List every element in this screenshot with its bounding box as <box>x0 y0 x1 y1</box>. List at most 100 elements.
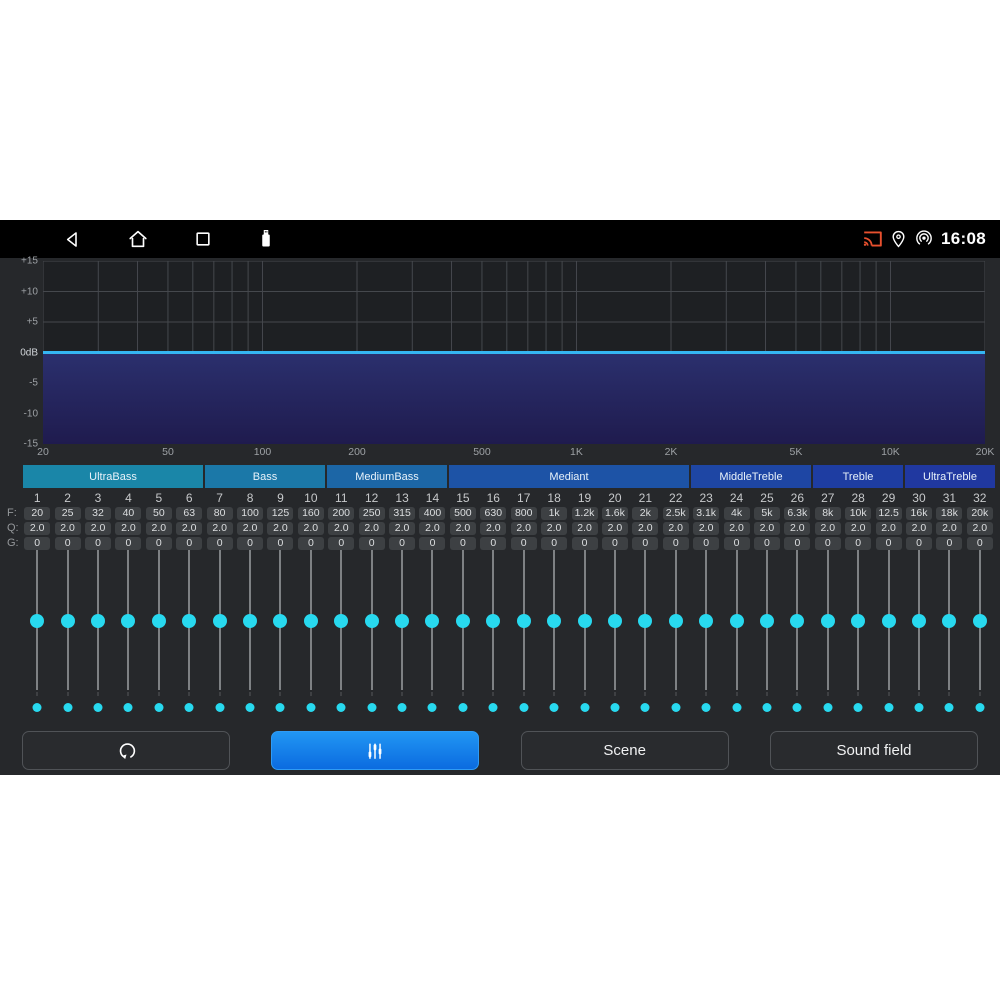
status-bar: 16:08 <box>0 220 1000 258</box>
home-icon[interactable] <box>127 228 149 250</box>
eq-slider-ch26[interactable] <box>782 550 812 716</box>
eq-slider-ch27[interactable] <box>813 550 843 716</box>
eq-slider-ch18[interactable] <box>539 550 569 716</box>
g-value-chip: 0 <box>784 537 810 550</box>
eq-slider-ch28[interactable] <box>843 550 873 716</box>
cell: 12.5 <box>873 507 903 520</box>
eq-slider-ch32[interactable] <box>965 550 995 716</box>
slider-knob[interactable] <box>912 614 926 628</box>
eq-slider-ch30[interactable] <box>904 550 934 716</box>
eq-slider-ch3[interactable] <box>83 550 113 716</box>
slider-knob[interactable] <box>273 614 287 628</box>
slider-knob[interactable] <box>638 614 652 628</box>
eq-slider-ch5[interactable] <box>144 550 174 716</box>
eq-slider-ch6[interactable] <box>174 550 204 716</box>
eq-slider-ch12[interactable] <box>356 550 386 716</box>
back-icon[interactable] <box>62 229 83 250</box>
slider-knob[interactable] <box>91 614 105 628</box>
slider-tick <box>341 692 342 696</box>
eq-slider-ch25[interactable] <box>752 550 782 716</box>
y-axis-label: -5 <box>0 378 38 389</box>
slider-knob[interactable] <box>942 614 956 628</box>
cell: 200 <box>326 507 356 520</box>
usb-icon[interactable] <box>257 228 275 250</box>
slider-knob[interactable] <box>821 614 835 628</box>
eq-slider-ch19[interactable] <box>569 550 599 716</box>
slider-knob[interactable] <box>547 614 561 628</box>
equalizer-button[interactable] <box>271 731 479 770</box>
slider-knob[interactable] <box>425 614 439 628</box>
f-value-chip: 250 <box>359 507 385 520</box>
slider-tick <box>98 692 99 696</box>
eq-slider-ch29[interactable] <box>873 550 903 716</box>
slider-knob[interactable] <box>486 614 500 628</box>
eq-slider-ch21[interactable] <box>630 550 660 716</box>
eq-slider-ch17[interactable] <box>509 550 539 716</box>
slider-knob[interactable] <box>121 614 135 628</box>
slider-knob[interactable] <box>304 614 318 628</box>
eq-slider-ch23[interactable] <box>691 550 721 716</box>
scene-button[interactable]: Scene <box>521 731 729 770</box>
channel-number: 18 <box>539 490 569 505</box>
slider-knob[interactable] <box>973 614 987 628</box>
slider-knob[interactable] <box>730 614 744 628</box>
eq-slider-ch24[interactable] <box>721 550 751 716</box>
q-value-chip: 2.0 <box>55 522 81 535</box>
slider-knob[interactable] <box>243 614 257 628</box>
slider-knob[interactable] <box>395 614 409 628</box>
slider-knob[interactable] <box>365 614 379 628</box>
cell: 0 <box>83 537 113 550</box>
eq-slider-ch22[interactable] <box>661 550 691 716</box>
eq-slider-ch16[interactable] <box>478 550 508 716</box>
eq-slider-ch1[interactable] <box>22 550 52 716</box>
recents-icon[interactable] <box>193 229 213 249</box>
slider-knob[interactable] <box>760 614 774 628</box>
slider-knob[interactable] <box>699 614 713 628</box>
cell: 0 <box>509 537 539 550</box>
slider-knob[interactable] <box>30 614 44 628</box>
g-value-chip: 0 <box>389 537 415 550</box>
slider-knob[interactable] <box>851 614 865 628</box>
eq-slider-ch15[interactable] <box>448 550 478 716</box>
slider-knob[interactable] <box>790 614 804 628</box>
slider-knob[interactable] <box>182 614 196 628</box>
g-value-chip: 0 <box>55 537 81 550</box>
eq-slider-ch13[interactable] <box>387 550 417 716</box>
eq-slider-ch8[interactable] <box>235 550 265 716</box>
slider-knob[interactable] <box>608 614 622 628</box>
eq-slider-ch7[interactable] <box>204 550 234 716</box>
eq-slider-ch4[interactable] <box>113 550 143 716</box>
cell: 1.6k <box>600 507 630 520</box>
cell: 5k <box>752 507 782 520</box>
slider-knob[interactable] <box>882 614 896 628</box>
eq-slider-ch14[interactable] <box>417 550 447 716</box>
channel-number: 6 <box>174 490 204 505</box>
status-icons: 16:08 <box>862 229 1000 249</box>
slider-knob[interactable] <box>456 614 470 628</box>
slider-tick <box>858 692 859 696</box>
eq-slider-ch10[interactable] <box>296 550 326 716</box>
q-value-chip: 2.0 <box>724 522 750 535</box>
g-value-chip: 0 <box>237 537 263 550</box>
eq-slider-ch9[interactable] <box>265 550 295 716</box>
slider-knob[interactable] <box>61 614 75 628</box>
reset-button[interactable] <box>22 731 230 770</box>
slider-knob[interactable] <box>152 614 166 628</box>
slider-knob[interactable] <box>517 614 531 628</box>
cell: 2.0 <box>417 522 447 535</box>
slider-knob[interactable] <box>578 614 592 628</box>
eq-slider-ch2[interactable] <box>52 550 82 716</box>
cell: 2.0 <box>448 522 478 535</box>
cell: 16k <box>904 507 934 520</box>
slider-knob[interactable] <box>334 614 348 628</box>
eq-slider-ch20[interactable] <box>600 550 630 716</box>
g-value-chip: 0 <box>754 537 780 550</box>
slider-knob[interactable] <box>213 614 227 628</box>
slider-tick <box>706 692 707 696</box>
eq-slider-ch11[interactable] <box>326 550 356 716</box>
q-value-chip: 2.0 <box>663 522 689 535</box>
slider-tick <box>402 692 403 696</box>
sound-field-button[interactable]: Sound field <box>770 731 978 770</box>
slider-knob[interactable] <box>669 614 683 628</box>
eq-slider-ch31[interactable] <box>934 550 964 716</box>
